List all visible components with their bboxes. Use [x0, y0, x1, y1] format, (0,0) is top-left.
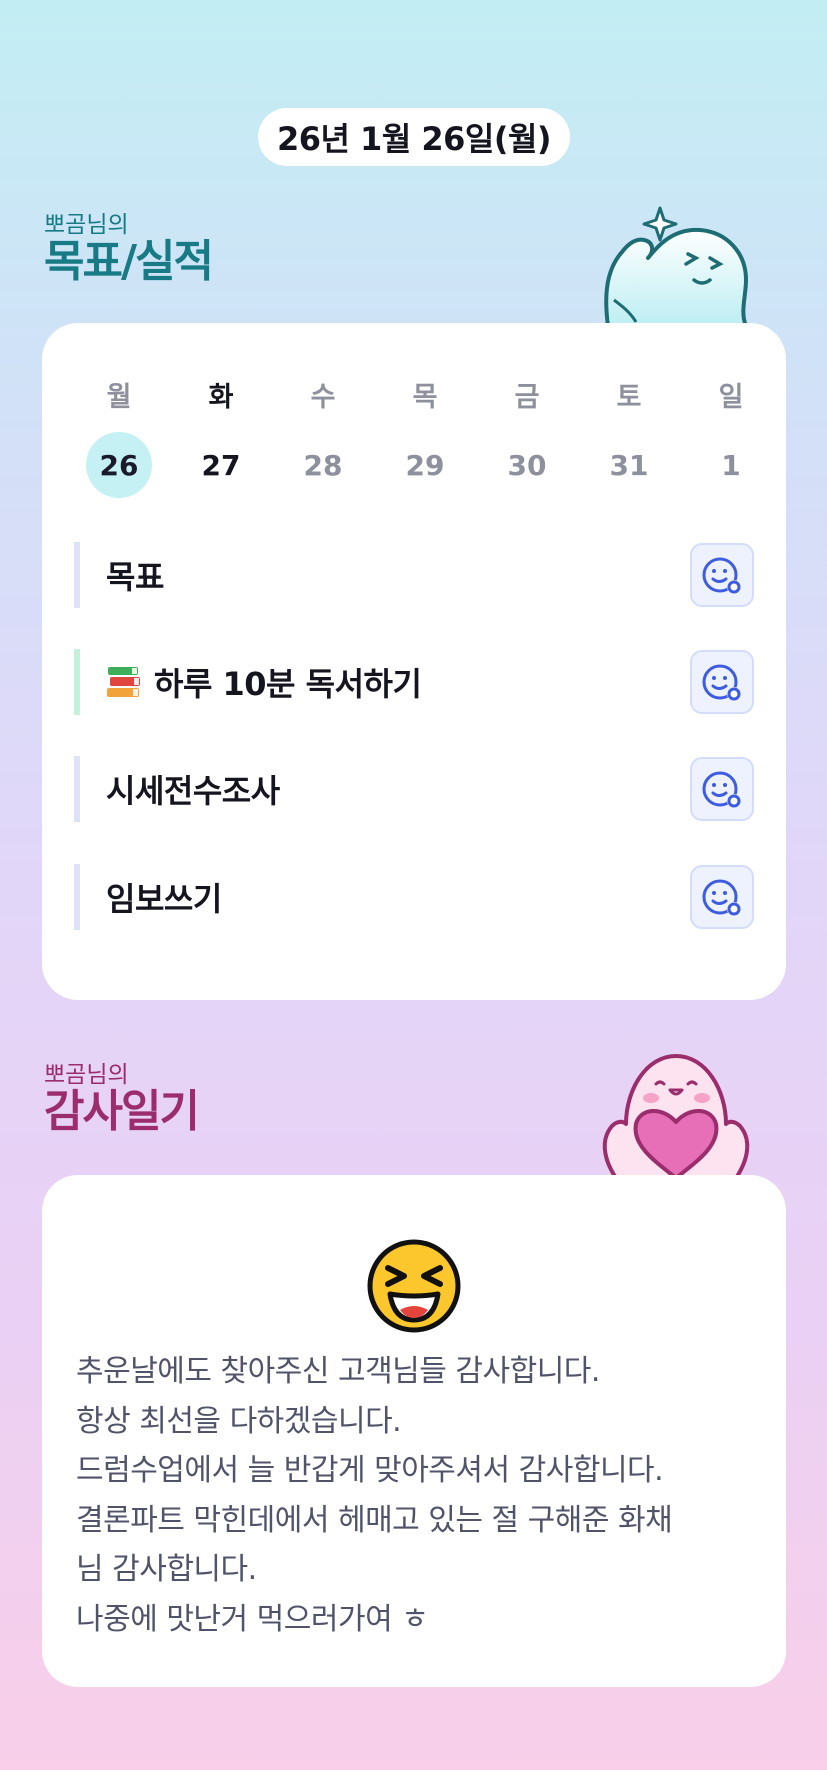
day-thursday[interactable]: 목 29: [374, 379, 476, 498]
goal-reaction-button[interactable]: [690, 865, 754, 929]
day-monday[interactable]: 월 26: [68, 379, 170, 498]
date-header: 26년 1월 26일(월): [258, 108, 570, 166]
week-strip: 월 26 화 27 수 28 목 29 금 30 토 31 일 1: [68, 379, 782, 498]
day-saturday[interactable]: 토 31: [578, 379, 680, 498]
day-wednesday[interactable]: 수 28: [272, 379, 374, 498]
goal-label: 임보쓰기: [106, 880, 222, 918]
smile-status-icon: [702, 771, 741, 808]
goals-owner-label: 뽀곰님의: [44, 212, 129, 238]
goal-reaction-button[interactable]: [690, 757, 754, 821]
bear-mascot-icon: [604, 206, 748, 326]
goal-row: 임보쓰기: [74, 864, 754, 930]
goal-label: 시세전수조사: [106, 772, 280, 810]
thanks-section-title: 뽀곰님의 감사일기: [44, 1062, 200, 1137]
thanks-diary-card: 추운날에도 찾아주신 고객님들 감사합니다. 항상 최선을 다하겠습니다. 드럼…: [42, 1175, 786, 1687]
goals-section-title: 뽀곰님의 목표/실적: [44, 212, 214, 287]
smile-status-icon: [702, 557, 741, 594]
goal-reaction-button[interactable]: [690, 650, 754, 714]
thanks-title-label: 감사일기: [44, 1086, 200, 1137]
goals-card: 월 26 화 27 수 28 목 29 금 30 토 31 일 1 목표 하루 …: [42, 323, 786, 1000]
goal-accent-bar: [74, 542, 80, 608]
goal-accent-bar: [74, 756, 80, 822]
pink-heart-mascot-icon: [602, 1054, 750, 1178]
day-friday[interactable]: 금 30: [476, 379, 578, 498]
goal-label: 목표: [106, 558, 164, 596]
smile-status-icon: [702, 664, 741, 701]
day-of-week-label: 목: [412, 382, 438, 413]
goal-accent-bar: [74, 864, 80, 930]
day-of-week-label: 토: [616, 382, 642, 413]
day-number: 27: [201, 448, 241, 482]
day-number: 29: [405, 448, 445, 482]
day-number: 1: [721, 448, 741, 482]
day-number: 30: [507, 448, 547, 482]
day-of-week-label: 금: [514, 382, 540, 413]
thanks-diary-text: 추운날에도 찾아주신 고객님들 감사합니다. 항상 최선을 다하겠습니다. 드럼…: [76, 1354, 673, 1637]
day-tuesday[interactable]: 화 27: [170, 379, 272, 498]
day-of-week-label: 수: [310, 382, 336, 413]
goal-row: 하루 10분 독서하기: [74, 649, 754, 715]
day-of-week-label: 월: [106, 382, 132, 413]
day-of-week-label: 화: [208, 382, 234, 413]
day-of-week-label: 일: [718, 382, 744, 413]
goal-reaction-button[interactable]: [690, 543, 754, 607]
day-sunday[interactable]: 일 1: [680, 379, 782, 498]
smile-status-icon: [702, 879, 741, 916]
goal-label: 하루 10분 독서하기: [154, 665, 422, 703]
goal-label-wrap: 하루 10분 독서하기: [106, 659, 690, 705]
laughing-face-icon: [367, 1239, 461, 1333]
thanks-owner-label: 뽀곰님의: [44, 1062, 129, 1088]
goal-row: 목표: [74, 542, 754, 608]
goals-title-label: 목표/실적: [44, 236, 214, 287]
goal-row: 시세전수조사: [74, 756, 754, 822]
day-number: 31: [609, 448, 649, 482]
day-number: 26: [86, 432, 152, 498]
goal-accent-bar: [74, 649, 80, 715]
books-icon: [107, 667, 140, 697]
day-number: 28: [303, 448, 343, 482]
